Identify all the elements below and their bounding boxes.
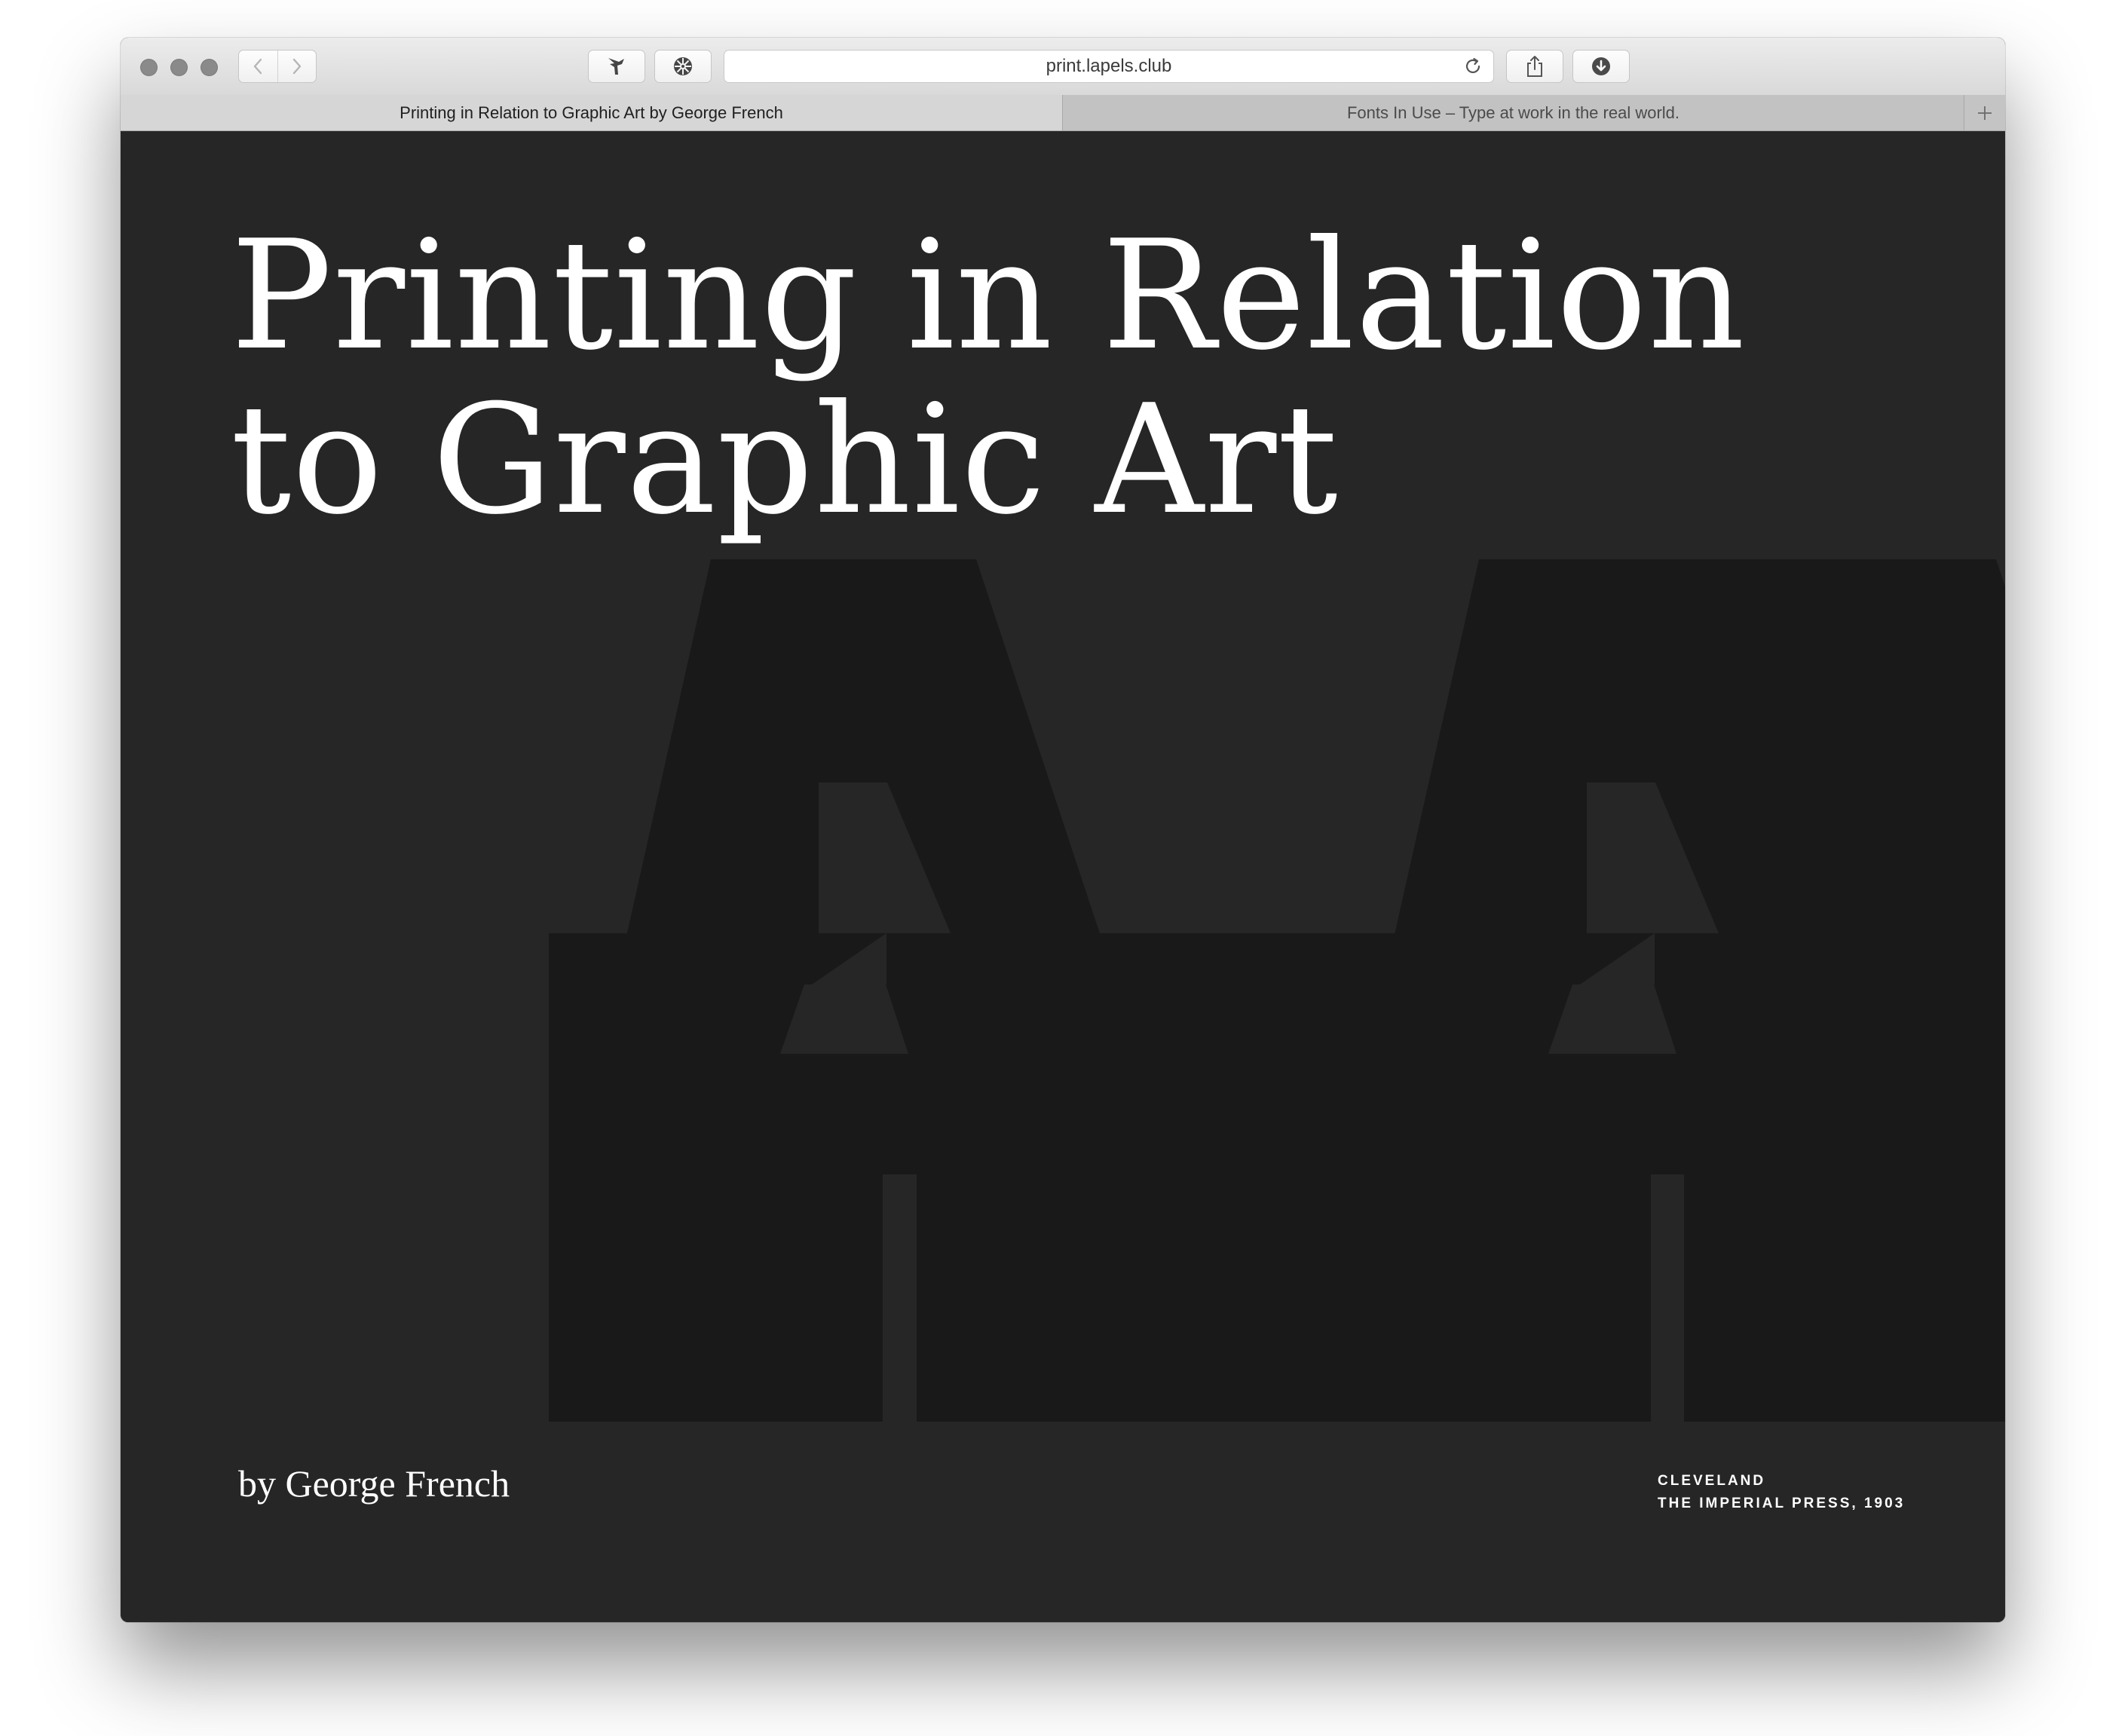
minimize-window-button[interactable] [170, 59, 188, 76]
close-window-button[interactable] [140, 59, 158, 76]
reload-button[interactable] [1463, 57, 1483, 81]
back-arrow-icon [254, 58, 262, 75]
downloads-button[interactable] [1572, 50, 1630, 83]
new-tab-button[interactable] [1964, 95, 2005, 130]
share-icon [1527, 56, 1542, 77]
forward-button[interactable] [277, 51, 317, 82]
tab-bar: Printing in Relation to Graphic Art by G… [121, 95, 2005, 131]
zoom-window-button[interactable] [201, 59, 218, 76]
bird-extension-button[interactable] [588, 50, 645, 83]
browser-toolbar: print.lapels.club [121, 38, 2005, 96]
tab-printing-in-relation[interactable]: Printing in Relation to Graphic Art by G… [121, 95, 1063, 130]
url-text: print.lapels.club [1046, 56, 1172, 76]
forward-arrow-icon [292, 58, 301, 75]
back-button[interactable] [239, 51, 277, 82]
download-icon [1592, 57, 1610, 75]
new-tab-plus-icon [1978, 106, 1992, 120]
share-button[interactable] [1506, 50, 1563, 83]
tab-fonts-in-use[interactable]: Fonts In Use – Type at work in the real … [1063, 95, 1964, 130]
tab-label: Printing in Relation to Graphic Art by G… [400, 103, 783, 122]
page-title: Printing in Relation to Graphic Art [231, 214, 1746, 543]
imprint-publisher: THE IMPERIAL PRESS, 1903 [1658, 1496, 1906, 1511]
ship-wheel-extension-icon [674, 57, 692, 75]
title-line-1: Printing in Relation [231, 208, 1746, 384]
bird-extension-icon [608, 58, 624, 75]
browser-window: print.lapels.club Printing in Relation t… [121, 38, 2005, 1622]
tab-label: Fonts In Use – Type at work in the real … [1346, 103, 1680, 122]
address-bar[interactable]: print.lapels.club [724, 50, 1494, 83]
reload-icon [1465, 57, 1480, 73]
ship-wheel-extension-button[interactable] [654, 50, 712, 83]
navigation-buttons [238, 50, 317, 83]
page-content: Printing in Relation to Graphic Art by G… [121, 131, 2005, 1622]
publisher-imprint: CLEVELAND THE IMPERIAL PRESS, 1903 [1658, 1470, 1905, 1515]
author-byline: by George French [238, 1462, 510, 1505]
imprint-city: CLEVELAND [1658, 1473, 1766, 1489]
title-line-2: to Graphic Art [231, 372, 1339, 548]
